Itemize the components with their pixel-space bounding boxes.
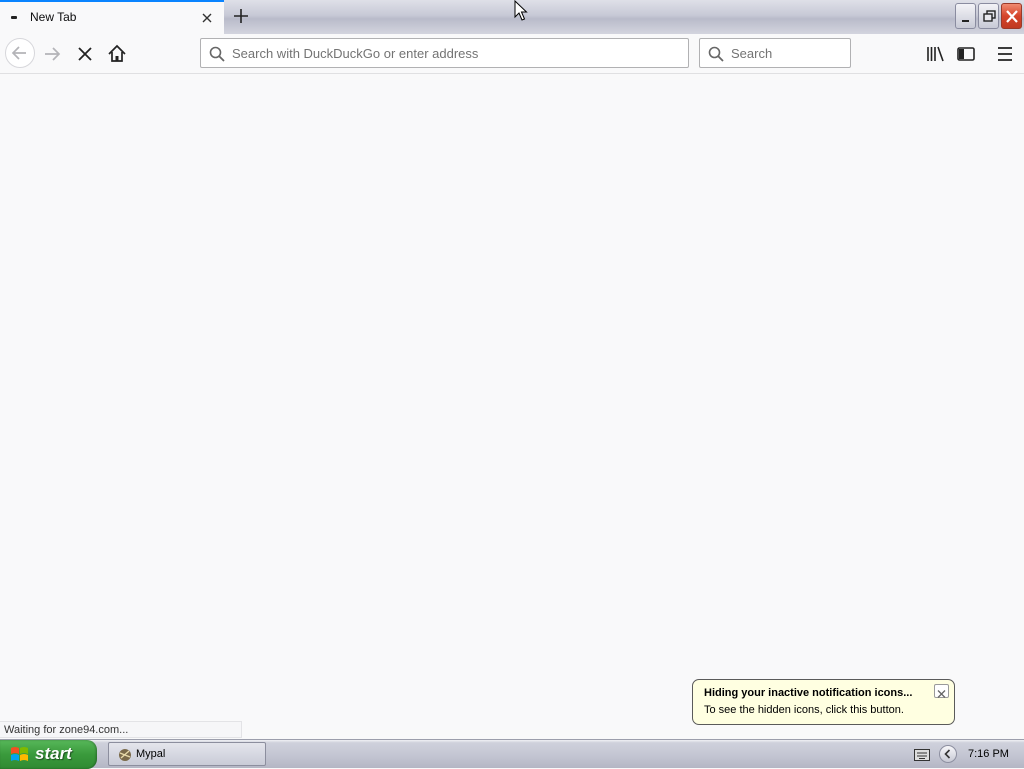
tab-new-tab[interactable]: New Tab <box>0 0 224 34</box>
search-icon <box>209 46 225 66</box>
restore-button[interactable] <box>978 3 999 29</box>
start-button[interactable]: start <box>0 740 97 769</box>
home-button[interactable] <box>103 40 131 68</box>
mypal-app-icon <box>117 747 133 767</box>
back-button[interactable] <box>5 38 35 68</box>
page-dash-icon <box>11 16 17 19</box>
notification-balloon: Hiding your inactive notification icons.… <box>692 679 955 725</box>
navigation-toolbar <box>0 34 1024 74</box>
sidebar-button[interactable] <box>952 40 980 68</box>
taskbar-item-mypal[interactable]: Mypal <box>108 742 266 766</box>
taskbar-item-label: Mypal <box>136 748 166 760</box>
mouse-cursor-icon <box>514 0 528 21</box>
balloon-text: To see the hidden icons, click this butt… <box>704 704 904 716</box>
forward-button[interactable] <box>39 40 67 68</box>
page-content <box>0 75 1024 738</box>
system-tray: 7:16 PM <box>906 740 1024 769</box>
address-input[interactable] <box>232 43 672 63</box>
close-window-button[interactable] <box>1001 3 1022 29</box>
close-tab-icon[interactable] <box>198 9 216 27</box>
status-text: Waiting for zone94.com... <box>0 721 242 738</box>
search-icon <box>708 46 724 66</box>
tab-title: New Tab <box>30 10 77 24</box>
library-button[interactable] <box>921 40 949 68</box>
address-bar[interactable] <box>200 38 689 68</box>
keyboard-icon[interactable] <box>914 747 930 766</box>
menu-button[interactable] <box>991 40 1019 68</box>
new-tab-button[interactable] <box>230 5 252 27</box>
clock: 7:16 PM <box>968 748 1009 760</box>
tab-strip: New Tab <box>0 0 1024 34</box>
taskbar: start Mypal 7:16 PM <box>0 739 1024 769</box>
search-bar[interactable] <box>699 38 851 68</box>
show-hidden-icons-button[interactable] <box>939 745 957 763</box>
windows-logo-icon <box>10 745 30 768</box>
balloon-title: Hiding your inactive notification icons.… <box>704 687 913 699</box>
close-icon[interactable] <box>934 684 949 698</box>
start-label: start <box>35 744 72 763</box>
minimize-button[interactable] <box>955 3 976 29</box>
search-input[interactable] <box>731 43 841 63</box>
stop-button[interactable] <box>71 40 99 68</box>
